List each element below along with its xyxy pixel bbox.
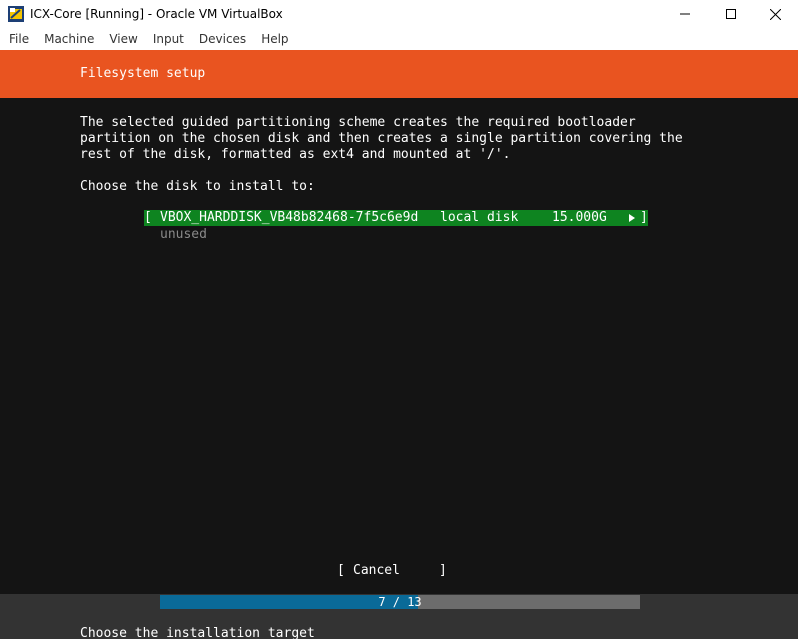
description-text: The selected guided partitioning scheme …	[80, 115, 720, 163]
cancel-bracket-close: ]	[439, 563, 447, 578]
window-titlebar[interactable]: ICX-Core [Running] - Oracle VM VirtualBo…	[0, 0, 798, 28]
page-title: Filesystem setup	[80, 66, 206, 81]
choose-disk-label: Choose the disk to install to:	[80, 179, 315, 194]
menu-view[interactable]: View	[109, 32, 137, 46]
vm-screen[interactable]: Filesystem setup The selected guided par…	[0, 50, 798, 639]
cancel-button[interactable]: [ Cancel ]	[337, 563, 447, 579]
disk-name: VBOX_HARDDISK_VB48b82468-7f5c6e9d	[160, 210, 419, 225]
menu-file[interactable]: File	[9, 32, 29, 46]
progress-label: 7 / 13	[378, 595, 422, 609]
disk-status: unused	[160, 227, 207, 242]
window-title: ICX-Core [Running] - Oracle VM VirtualBo…	[30, 7, 283, 21]
description-line: rest of the disk, formatted as ext4 and …	[80, 147, 511, 162]
status-text: Choose the installation target	[80, 626, 315, 639]
close-icon	[769, 8, 781, 20]
close-button[interactable]	[752, 0, 798, 28]
disk-bracket-close: ]	[640, 210, 648, 225]
minimize-icon	[680, 9, 690, 19]
menu-bar: File Machine View Input Devices Help	[0, 28, 798, 50]
disk-bracket-open: [	[144, 210, 152, 225]
menu-input[interactable]: Input	[153, 32, 184, 46]
disk-option[interactable]: [ VBOX_HARDDISK_VB48b82468-7f5c6e9d loca…	[144, 210, 648, 226]
virtualbox-icon	[8, 6, 24, 22]
disk-type: local disk	[440, 210, 519, 225]
chevron-right-icon	[624, 210, 640, 226]
maximize-icon	[726, 9, 736, 19]
menu-help[interactable]: Help	[261, 32, 288, 46]
maximize-button[interactable]	[708, 0, 754, 28]
cancel-bracket-open: [	[337, 563, 345, 578]
description-line: The selected guided partitioning scheme …	[80, 115, 636, 130]
description-line: partition on the chosen disk and then cr…	[80, 131, 683, 146]
minimize-button[interactable]	[662, 0, 708, 28]
installer-header: Filesystem setup	[0, 50, 798, 98]
cancel-label: Cancel	[353, 563, 400, 578]
progress-bar: 7 / 13	[160, 595, 640, 609]
menu-devices[interactable]: Devices	[199, 32, 246, 46]
menu-machine[interactable]: Machine	[44, 32, 94, 46]
disk-size: 15.000G	[552, 210, 607, 225]
